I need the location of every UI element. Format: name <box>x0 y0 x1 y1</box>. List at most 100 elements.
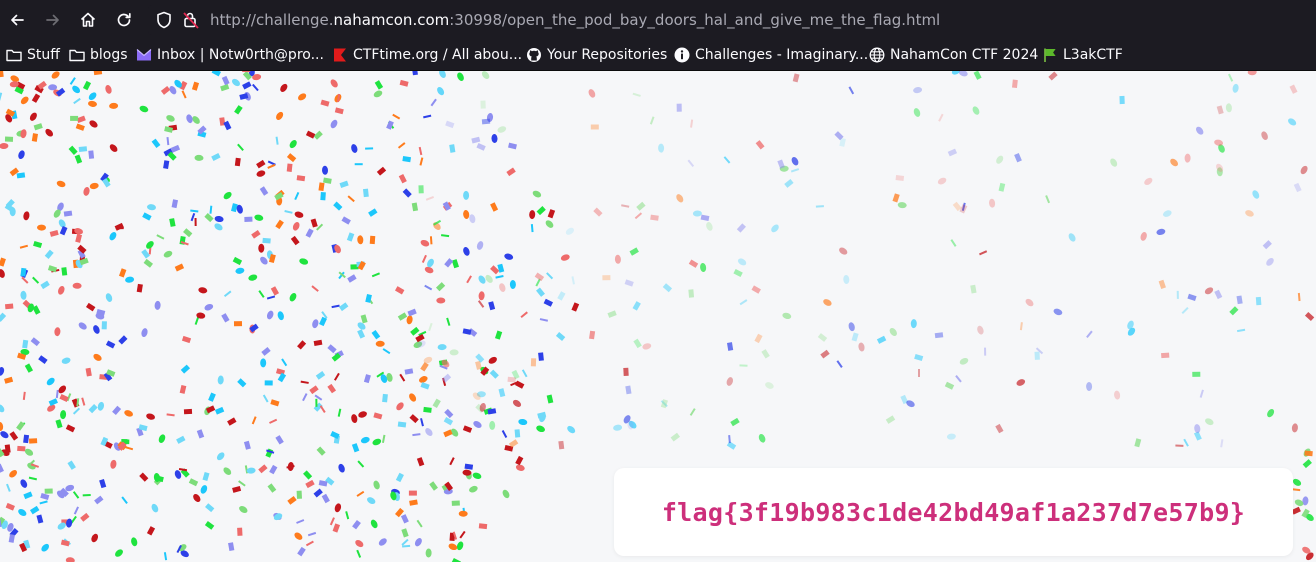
confetti-piece <box>284 210 293 214</box>
confetti-piece <box>495 274 504 279</box>
confetti-piece <box>501 429 508 439</box>
confetti-piece <box>73 97 81 105</box>
confetti-piece <box>761 349 770 359</box>
confetti-piece <box>333 372 340 381</box>
confetti-piece <box>1289 84 1298 94</box>
confetti-piece <box>839 247 848 255</box>
confetti-piece <box>451 557 461 562</box>
confetti-piece <box>913 108 921 117</box>
confetti-piece <box>234 105 243 115</box>
home-button[interactable] <box>74 6 102 34</box>
confetti-piece <box>72 491 80 499</box>
confetti-piece <box>244 216 253 222</box>
confetti-piece <box>352 520 361 530</box>
confetti-piece <box>530 224 534 233</box>
confetti-piece <box>469 485 478 493</box>
reload-button[interactable] <box>110 6 138 34</box>
confetti-piece <box>555 332 566 341</box>
confetti-piece <box>275 435 284 445</box>
confetti-piece <box>93 325 100 334</box>
confetti-piece <box>373 412 383 420</box>
confetti-piece <box>623 367 629 377</box>
confetti-piece <box>0 269 5 278</box>
confetti-piece <box>105 85 112 94</box>
confetti-piece <box>363 374 371 384</box>
confetti-piece <box>204 303 214 311</box>
confetti-piece <box>89 182 99 190</box>
confetti-piece <box>593 207 603 217</box>
confetti-piece <box>754 333 763 344</box>
confetti-piece <box>588 89 596 98</box>
confetti-piece <box>20 290 27 300</box>
bookmark-github-repositories[interactable]: Your Repositories <box>526 40 667 70</box>
bookmark-imaginary-challenges[interactable]: Challenges - Imaginary... <box>674 40 868 70</box>
confetti-piece <box>791 156 799 166</box>
url-text[interactable]: http://challenge.nahamcon.com:30998/open… <box>210 11 940 29</box>
confetti-piece <box>490 202 499 212</box>
confetti-piece <box>396 402 404 411</box>
github-icon <box>527 48 541 62</box>
confetti-piece <box>196 429 205 439</box>
confetti-piece <box>166 413 175 417</box>
confetti-piece <box>264 380 273 386</box>
back-button[interactable] <box>3 6 31 34</box>
bookmark-l3akctf[interactable]: L3akCTF <box>1042 40 1123 70</box>
info-icon <box>674 47 690 63</box>
confetti-piece <box>266 295 276 300</box>
confetti-piece <box>276 111 284 120</box>
confetti-piece <box>970 284 977 294</box>
confetti-piece <box>817 333 828 342</box>
confetti-piece <box>290 235 300 246</box>
confetti-piece <box>186 114 193 124</box>
confetti-piece <box>99 479 107 489</box>
confetti-piece <box>38 355 48 364</box>
confetti-piece <box>851 332 859 342</box>
confetti-piece <box>183 408 193 415</box>
confetti-piece <box>1304 450 1313 457</box>
bookmark-proton-inbox[interactable]: Inbox | Notw0rth@pro... <box>136 40 324 70</box>
confetti-piece <box>4 136 14 142</box>
bookmark-stuff[interactable]: Stuff <box>6 40 60 70</box>
confetti-piece <box>0 463 4 473</box>
url-prefix: http://challenge. <box>210 11 334 29</box>
confetti-piece <box>294 532 303 540</box>
confetti-piece <box>1204 287 1214 295</box>
confetti-piece <box>373 90 383 98</box>
confetti-piece <box>141 328 148 338</box>
confetti-piece <box>498 388 506 398</box>
confetti-piece <box>538 352 544 361</box>
confetti-piece <box>260 358 267 368</box>
confetti-piece <box>1216 163 1224 172</box>
confetti-piece <box>429 481 438 491</box>
confetti-piece <box>633 338 642 349</box>
confetti-piece <box>411 71 418 76</box>
confetti-piece <box>398 174 407 184</box>
confetti-piece <box>286 153 297 163</box>
confetti-piece <box>171 199 179 209</box>
confetti-piece <box>589 330 596 340</box>
confetti-piece <box>624 279 634 287</box>
bookmark-nahamcon[interactable]: NahamCon CTF 2024 <box>869 40 1038 70</box>
confetti-piece <box>382 393 388 403</box>
confetti-piece <box>176 435 186 444</box>
bookmark-ctftime[interactable]: CTFtime.org / All abou... <box>332 40 522 70</box>
confetti-piece <box>392 113 401 120</box>
confetti-piece <box>411 202 419 212</box>
confetti-piece <box>782 312 792 320</box>
bookmark-blogs[interactable]: blogs <box>69 40 128 70</box>
confetti-piece <box>515 455 524 466</box>
confetti-piece <box>607 310 617 318</box>
confetti-piece <box>156 234 165 240</box>
confetti-piece <box>539 318 549 322</box>
confetti-piece <box>1045 195 1051 204</box>
confetti-piece <box>458 510 468 517</box>
insecure-lock-icon[interactable] <box>182 10 200 30</box>
tracking-protection-shield-icon[interactable] <box>156 11 172 29</box>
confetti-piece <box>65 424 76 433</box>
confetti-piece <box>1220 439 1224 448</box>
forward-button[interactable] <box>39 6 67 34</box>
confetti-piece <box>0 422 4 431</box>
address-bar[interactable]: http://challenge.nahamcon.com:30998/open… <box>148 5 1316 35</box>
confetti-piece <box>632 301 641 311</box>
confetti-piece <box>118 335 128 345</box>
